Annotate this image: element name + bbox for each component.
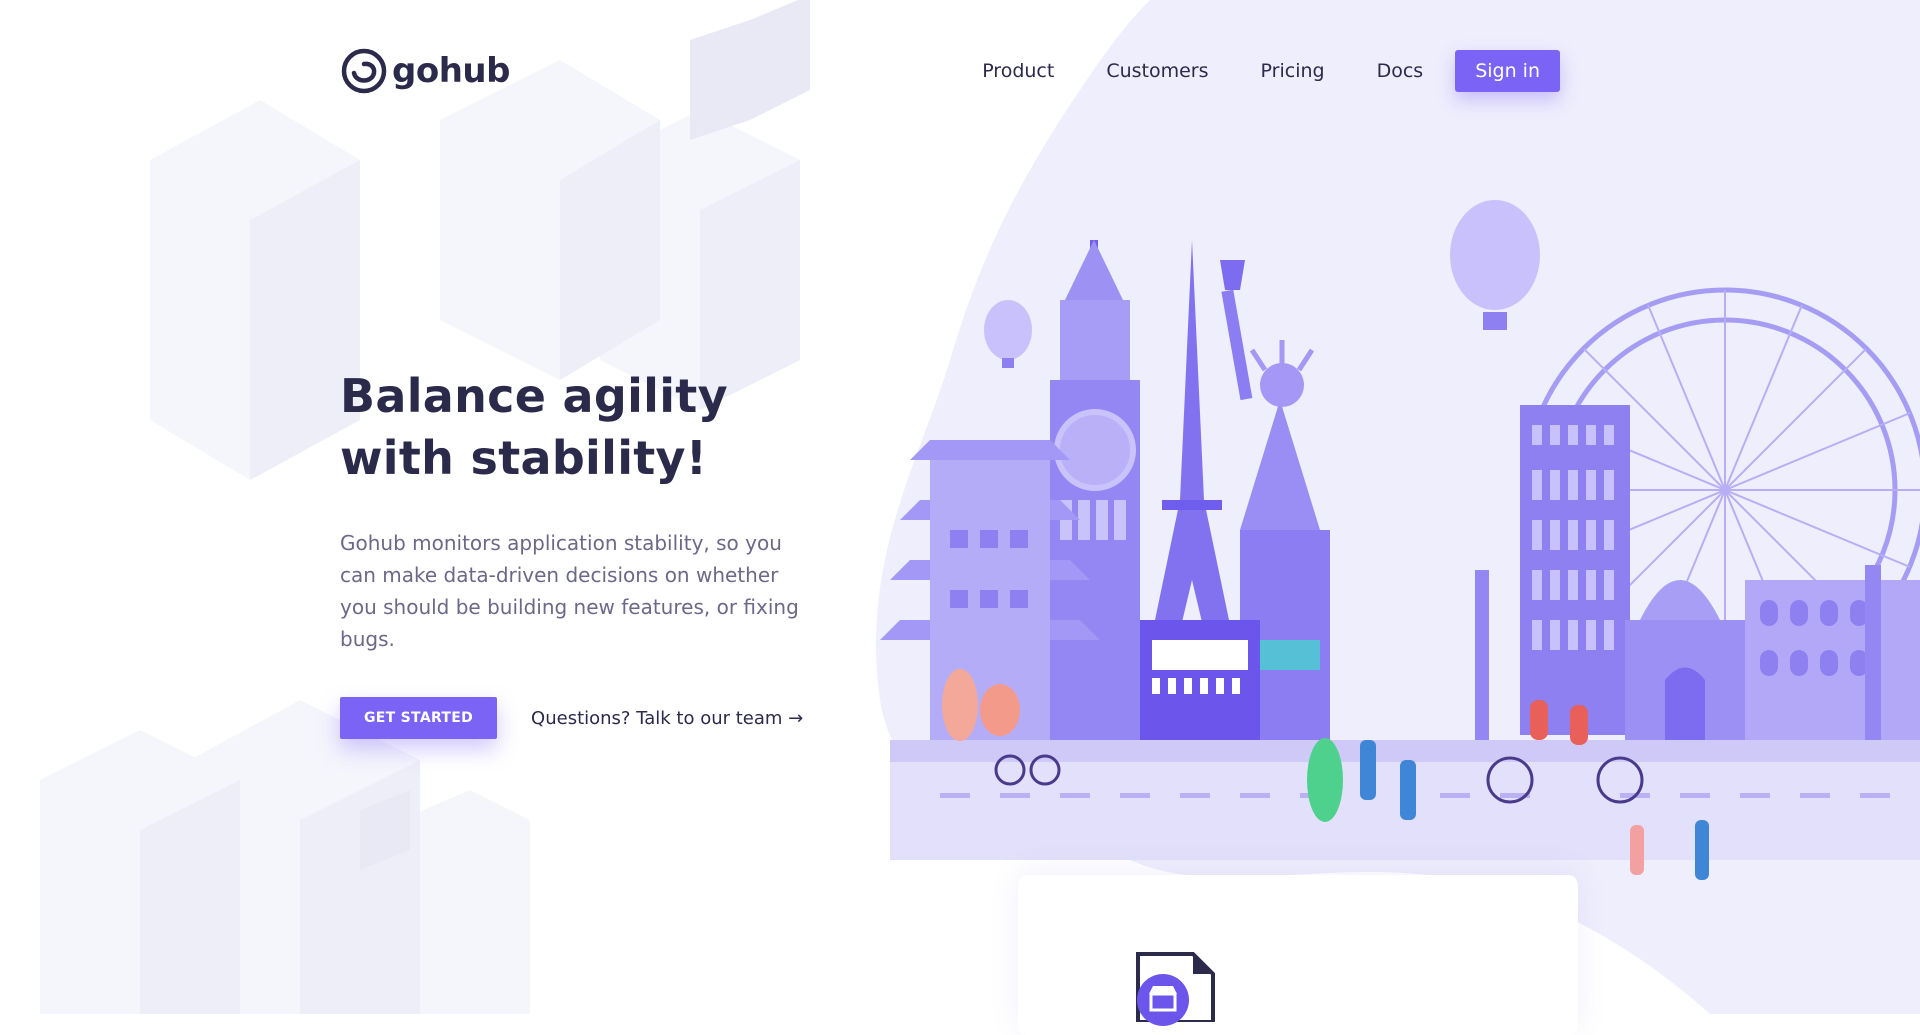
nav-product[interactable]: Product	[982, 60, 1054, 82]
talk-to-team-link[interactable]: Questions? Talk to our team →	[531, 708, 803, 729]
hero-title: Balance agility with stability!	[340, 369, 728, 485]
hero-section: Balance agility with stability! Gohub mo…	[340, 365, 840, 739]
feature-card	[1018, 875, 1578, 1035]
logo[interactable]: gohub	[340, 47, 510, 95]
nav-pricing[interactable]: Pricing	[1261, 60, 1325, 82]
site-header: gohub Product Customers Pricing Docs Sig…	[340, 46, 1560, 96]
sign-in-button[interactable]: Sign in	[1455, 50, 1560, 92]
cta-row: GET STARTED Questions? Talk to our team …	[340, 697, 840, 739]
main-nav: Product Customers Pricing Docs Sign in	[930, 50, 1560, 92]
hero-description: Gohub monitors application stability, so…	[340, 531, 799, 651]
hero-blob	[876, 0, 1920, 1014]
nav-customers[interactable]: Customers	[1106, 60, 1208, 82]
logo-text: gohub	[392, 51, 510, 91]
gohub-logo-icon	[341, 48, 387, 94]
landmarks-illustration	[880, 200, 1920, 880]
get-started-button[interactable]: GET STARTED	[340, 697, 498, 739]
nav-docs[interactable]: Docs	[1377, 60, 1424, 82]
store-icon	[1137, 974, 1189, 1026]
